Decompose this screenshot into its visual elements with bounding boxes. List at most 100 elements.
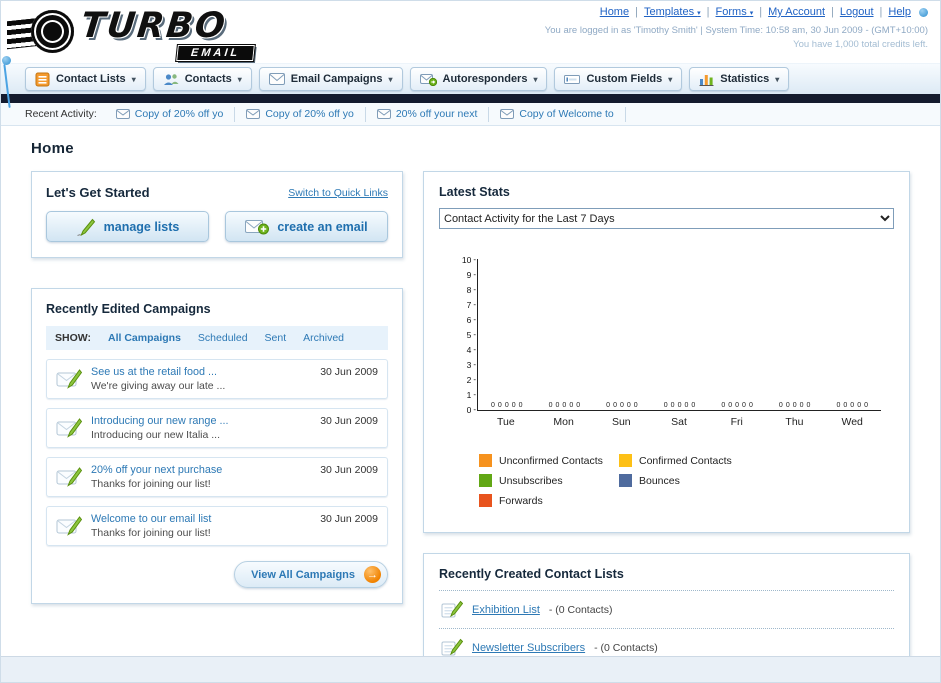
create-email-icon bbox=[245, 219, 270, 235]
create-email-label: create an email bbox=[277, 219, 368, 234]
top-link-home[interactable]: Home bbox=[600, 6, 629, 18]
bar-value: 0 bbox=[728, 402, 733, 409]
contact-list-link[interactable]: Newsletter Subscribers bbox=[472, 642, 585, 654]
campaign-filter-sent[interactable]: Sent bbox=[265, 332, 287, 344]
chart-group: 00000 bbox=[766, 259, 824, 410]
recent-campaigns-title: Recently Edited Campaigns bbox=[46, 302, 211, 316]
campaign-filter-scheduled[interactable]: Scheduled bbox=[198, 332, 248, 344]
contact-list-item[interactable]: Exhibition List - (0 Contacts) bbox=[439, 591, 894, 629]
bar-value: 0 bbox=[663, 402, 668, 409]
y-axis-label: 5 - bbox=[466, 330, 476, 340]
campaign-item[interactable]: Introducing our new range ... Introducing… bbox=[46, 408, 388, 448]
statistics-icon bbox=[699, 72, 714, 86]
separator: | bbox=[759, 6, 763, 18]
x-axis-label: Fri bbox=[730, 416, 743, 428]
view-all-campaigns-label: View All Campaigns bbox=[251, 568, 355, 581]
stats-period-select[interactable]: Contact Activity for the Last 7 Days bbox=[439, 208, 894, 229]
bar-value: 0 bbox=[569, 402, 574, 409]
latest-stats-panel: Latest Stats Contact Activity for the La… bbox=[423, 171, 910, 533]
logo-wordmark: TURBO bbox=[78, 6, 229, 46]
legend-swatch bbox=[619, 474, 632, 487]
bar-value: 0 bbox=[670, 402, 675, 409]
campaign-title-link[interactable]: Welcome to our email list bbox=[91, 513, 311, 525]
top-link-my-account[interactable]: My Account bbox=[768, 6, 825, 18]
campaign-filter-all-campaigns[interactable]: All Campaigns bbox=[108, 332, 181, 344]
x-axis-label: Wed bbox=[841, 416, 863, 428]
bar-value: 0 bbox=[836, 402, 841, 409]
create-email-button[interactable]: create an email bbox=[225, 211, 388, 242]
bar-value-labels: 00000 bbox=[708, 402, 766, 409]
nav-tab-email-campaigns[interactable]: Email Campaigns ▾ bbox=[258, 67, 403, 91]
bar-value: 0 bbox=[785, 402, 790, 409]
campaign-title-link[interactable]: Introducing our new range ... bbox=[91, 415, 311, 427]
campaign-item[interactable]: 20% off your next purchase Thanks for joi… bbox=[46, 457, 388, 497]
campaign-filter-archived[interactable]: Archived bbox=[303, 332, 344, 344]
legend-label: Unsubscribes bbox=[499, 474, 563, 487]
bar-value: 0 bbox=[864, 402, 869, 409]
top-link-help[interactable]: Help bbox=[888, 6, 911, 18]
legend-label: Forwards bbox=[499, 494, 543, 507]
contact-list-count: - (0 Contacts) bbox=[548, 603, 613, 616]
campaign-title-link[interactable]: 20% off your next purchase bbox=[91, 464, 311, 476]
bar-value: 0 bbox=[799, 402, 804, 409]
y-axis-label: 4 - bbox=[466, 345, 476, 355]
email-icon bbox=[376, 109, 391, 119]
nav-tab-label: Custom Fields bbox=[586, 73, 663, 85]
switch-quick-links-link[interactable]: Switch to Quick Links bbox=[288, 187, 388, 199]
divider-bar bbox=[1, 94, 940, 103]
main-content: Home Let's Get Started Switch to Quick L… bbox=[1, 126, 940, 682]
separator: | bbox=[706, 6, 710, 18]
main-nav: Contact Lists ▾ Contacts ▾ Email Campaigns ▾ A… bbox=[1, 63, 940, 94]
recent-activity-item[interactable]: Copy of 20% off yo bbox=[105, 106, 236, 122]
turbo-email-logo[interactable]: TURBO EMAIL bbox=[7, 3, 287, 62]
campaign-item[interactable]: See us at the retail food ... We're givin… bbox=[46, 359, 388, 399]
x-axis-label: Mon bbox=[553, 416, 574, 428]
campaign-date: 30 Jun 2009 bbox=[320, 366, 378, 378]
campaign-edit-icon bbox=[56, 515, 82, 537]
legend-item: Unsubscribes bbox=[479, 474, 619, 487]
top-link-templates[interactable]: Templates ▾ bbox=[644, 6, 701, 18]
nav-tab-contacts[interactable]: Contacts ▾ bbox=[152, 67, 252, 91]
chevron-down-icon: ▾ bbox=[131, 74, 136, 84]
legend-label: Bounces bbox=[639, 474, 680, 487]
recent-activity-item[interactable]: 20% off your next bbox=[366, 106, 490, 122]
notification-dot-icon bbox=[919, 7, 928, 17]
legend-item: Forwards bbox=[479, 494, 619, 507]
nav-tab-custom-fields[interactable]: Custom Fields ▾ bbox=[554, 67, 683, 91]
chart-group: 00000 bbox=[651, 259, 709, 410]
view-all-campaigns-button[interactable]: View All Campaigns → bbox=[234, 561, 388, 588]
legend-swatch bbox=[479, 494, 492, 507]
bar-value: 0 bbox=[684, 402, 689, 409]
legend-item: Unconfirmed Contacts bbox=[479, 454, 619, 467]
email-icon bbox=[115, 109, 130, 119]
nav-tab-statistics[interactable]: Statistics ▾ bbox=[689, 67, 790, 91]
bar-value-labels: 00000 bbox=[536, 402, 594, 409]
nav-tab-contact-lists[interactable]: Contact Lists ▾ bbox=[25, 67, 146, 91]
credits-info: You have 1,000 total credits left. bbox=[793, 39, 928, 50]
campaign-item[interactable]: Welcome to our email list Thanks for join… bbox=[46, 506, 388, 546]
recent-campaigns-panel: Recently Edited Campaigns SHOW: All Camp… bbox=[31, 288, 403, 604]
email-campaigns-icon bbox=[268, 73, 285, 85]
nav-tab-label: Autoresponders bbox=[442, 73, 528, 85]
manage-lists-button[interactable]: manage lists bbox=[46, 211, 209, 242]
y-axis-label: 2 - bbox=[466, 375, 476, 385]
recent-activity-item[interactable]: Copy of 20% off yo bbox=[235, 106, 366, 122]
arrow-right-icon: → bbox=[364, 566, 381, 583]
header: TURBO EMAIL Home | Templates ▾ | Forms ▾ | My … bbox=[1, 1, 940, 108]
show-label: SHOW: bbox=[55, 332, 91, 344]
campaign-subject: We're giving away our late ... bbox=[91, 380, 226, 392]
legend-swatch bbox=[619, 454, 632, 467]
nav-tab-autoresponders[interactable]: Autoresponders ▾ bbox=[409, 67, 548, 91]
top-link-logout[interactable]: Logout bbox=[840, 6, 874, 18]
bar-value: 0 bbox=[850, 402, 855, 409]
bar-value: 0 bbox=[778, 402, 783, 409]
y-axis-label: 0 - bbox=[466, 405, 476, 415]
campaign-title-link[interactable]: See us at the retail food ... bbox=[91, 366, 311, 378]
top-link-forms[interactable]: Forms ▾ bbox=[716, 6, 754, 18]
contacts-icon bbox=[163, 72, 179, 87]
contact-list-link[interactable]: Exhibition List bbox=[472, 604, 540, 616]
bar-value-labels: 00000 bbox=[593, 402, 651, 409]
recent-activity-item[interactable]: Copy of Welcome to bbox=[489, 106, 626, 122]
recent-contact-lists-title: Recently Created Contact Lists bbox=[439, 567, 894, 591]
bar-value-labels: 00000 bbox=[651, 402, 709, 409]
